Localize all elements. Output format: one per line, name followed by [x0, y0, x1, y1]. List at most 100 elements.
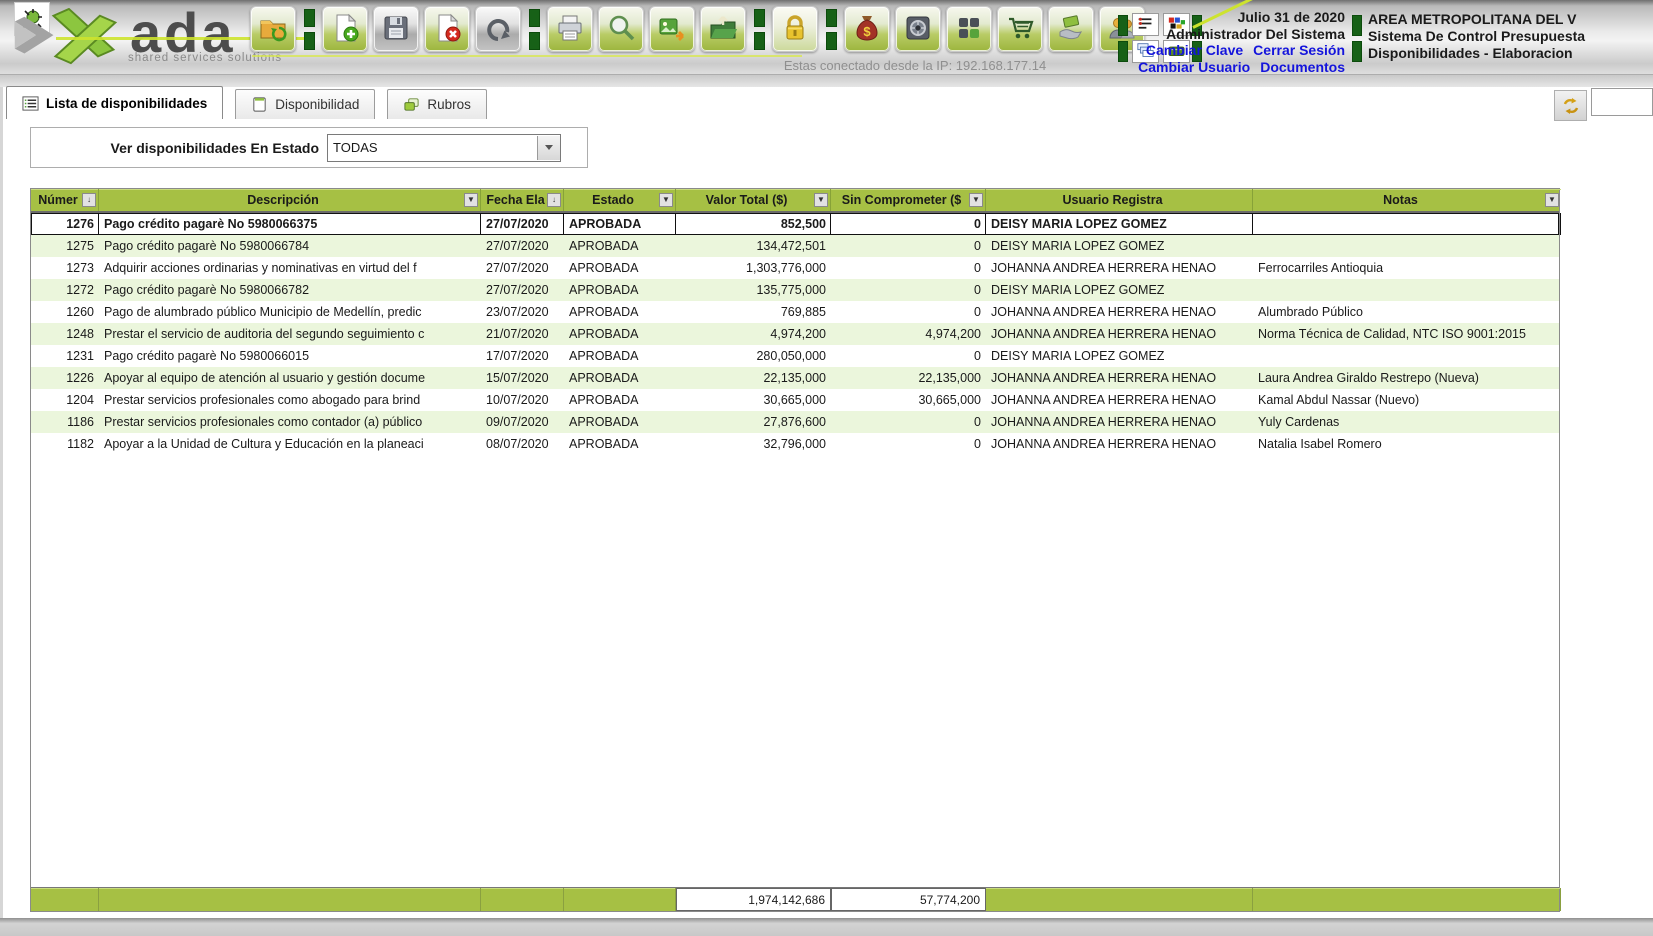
cell-estado[interactable]: APROBADA: [564, 411, 676, 433]
cell-estado[interactable]: APROBADA: [564, 213, 676, 235]
cell-estado[interactable]: APROBADA: [564, 279, 676, 301]
table-row[interactable]: 1248Prestar el servicio de auditoria del…: [31, 323, 1559, 345]
cell-usuario[interactable]: JOHANNA ANDREA HERRERA HENAO: [986, 411, 1253, 433]
cell-notas[interactable]: [1253, 235, 1561, 257]
table-row[interactable]: 1273Adquirir acciones ordinarias y nomin…: [31, 257, 1559, 279]
cell-fecha[interactable]: 21/07/2020: [481, 323, 564, 345]
cell-numero[interactable]: 1182: [31, 433, 99, 455]
upload-folder-button[interactable]: [700, 6, 746, 52]
cell-valor[interactable]: 4,974,200: [676, 323, 831, 345]
cell-estado[interactable]: APROBADA: [564, 235, 676, 257]
cell-numero[interactable]: 1273: [31, 257, 99, 279]
print-button[interactable]: [547, 6, 593, 52]
cell-valor[interactable]: 135,775,000: [676, 279, 831, 301]
cell-fecha[interactable]: 27/07/2020: [481, 235, 564, 257]
table-row[interactable]: 1272Pago crédito pagarè No 598006678227/…: [31, 279, 1559, 301]
table-row[interactable]: 1260Pago de alumbrado público Municipio …: [31, 301, 1559, 323]
cell-fecha[interactable]: 27/07/2020: [481, 213, 564, 235]
cell-notas[interactable]: Yuly Cardenas: [1253, 411, 1561, 433]
estado-combobox-dropdown-button[interactable]: [537, 136, 560, 160]
cell-sin_comprometer[interactable]: 4,974,200: [831, 323, 986, 345]
cell-sin_comprometer[interactable]: 0: [831, 345, 986, 367]
table-row[interactable]: 1204Prestar servicios profesionales como…: [31, 389, 1559, 411]
column-header-notas[interactable]: Notas▼: [1253, 189, 1561, 211]
vault-button[interactable]: [895, 6, 941, 52]
cell-notas[interactable]: Laura Andrea Giraldo Restrepo (Nueva): [1253, 367, 1561, 389]
cell-descripcion[interactable]: Apoyar al equipo de atención al usuario …: [99, 367, 481, 389]
cell-usuario[interactable]: JOHANNA ANDREA HERRERA HENAO: [986, 433, 1253, 455]
tab-rubros[interactable]: Rubros: [387, 89, 487, 119]
new-document-button[interactable]: [322, 6, 368, 52]
table-row[interactable]: 1231Pago crédito pagarè No 598006601517/…: [31, 345, 1559, 367]
filter-dropdown-button[interactable]: ▼: [464, 193, 478, 207]
refresh-button[interactable]: [1554, 90, 1587, 121]
column-header-fecha[interactable]: Fecha Ela↓: [481, 189, 564, 211]
cell-fecha[interactable]: 27/07/2020: [481, 279, 564, 301]
cell-numero[interactable]: 1276: [31, 213, 99, 235]
money-button[interactable]: $: [844, 6, 890, 52]
cell-valor[interactable]: 134,472,501: [676, 235, 831, 257]
cell-sin_comprometer[interactable]: 0: [831, 257, 986, 279]
cell-descripcion[interactable]: Pago crédito pagarè No 5980066015: [99, 345, 481, 367]
cell-fecha[interactable]: 08/07/2020: [481, 433, 564, 455]
documents-link[interactable]: Documentos: [1260, 59, 1345, 75]
cell-usuario[interactable]: JOHANNA ANDREA HERRERA HENAO: [986, 389, 1253, 411]
table-row[interactable]: 1276Pago crédito pagarè No 598006637527/…: [31, 213, 1559, 235]
sort-button[interactable]: ↓: [547, 193, 561, 207]
cell-notas[interactable]: [1253, 213, 1561, 235]
cell-sin_comprometer[interactable]: 0: [831, 301, 986, 323]
filter-dropdown-button[interactable]: ▼: [969, 193, 983, 207]
column-header-numero[interactable]: Númer↓: [31, 189, 99, 211]
column-header-usuario[interactable]: Usuario Registra: [986, 189, 1253, 211]
cell-valor[interactable]: 280,050,000: [676, 345, 831, 367]
cell-numero[interactable]: 1248: [31, 323, 99, 345]
cell-numero[interactable]: 1226: [31, 367, 99, 389]
change-password-link[interactable]: Cambiar Clave: [1146, 42, 1243, 58]
cell-descripcion[interactable]: Pago crédito pagarè No 5980066784: [99, 235, 481, 257]
cell-estado[interactable]: APROBADA: [564, 345, 676, 367]
cell-usuario[interactable]: JOHANNA ANDREA HERRERA HENAO: [986, 367, 1253, 389]
cell-fecha[interactable]: 09/07/2020: [481, 411, 564, 433]
cell-descripcion[interactable]: Pago crédito pagarè No 5980066375: [99, 213, 481, 235]
cell-valor[interactable]: 769,885: [676, 301, 831, 323]
cell-usuario[interactable]: JOHANNA ANDREA HERRERA HENAO: [986, 257, 1253, 279]
cell-descripcion[interactable]: Prestar servicios profesionales como con…: [99, 411, 481, 433]
estado-combobox[interactable]: TODAS: [327, 134, 561, 162]
table-row[interactable]: 1182Apoyar a la Unidad de Cultura y Educ…: [31, 433, 1559, 455]
cell-descripcion[interactable]: Prestar servicios profesionales como abo…: [99, 389, 481, 411]
cell-sin_comprometer[interactable]: 22,135,000: [831, 367, 986, 389]
search-button[interactable]: [598, 6, 644, 52]
sort-button[interactable]: ↓: [82, 193, 96, 207]
cell-sin_comprometer[interactable]: 30,665,000: [831, 389, 986, 411]
cell-valor[interactable]: 32,796,000: [676, 433, 831, 455]
lock-button[interactable]: [772, 6, 818, 52]
cell-sin_comprometer[interactable]: 0: [831, 279, 986, 301]
delete-document-button[interactable]: [424, 6, 470, 52]
logout-link[interactable]: Cerrar Sesión: [1253, 42, 1345, 58]
table-row[interactable]: 1186Prestar servicios profesionales como…: [31, 411, 1559, 433]
column-header-estado[interactable]: Estado▼: [564, 189, 676, 211]
table-row[interactable]: 1226Apoyar al equipo de atención al usua…: [31, 367, 1559, 389]
cell-estado[interactable]: APROBADA: [564, 389, 676, 411]
cell-descripcion[interactable]: Pago crédito pagarè No 5980066782: [99, 279, 481, 301]
cell-sin_comprometer[interactable]: 0: [831, 213, 986, 235]
cell-notas[interactable]: Ferrocarriles Antioquia: [1253, 257, 1561, 279]
tab-disponibilidad[interactable]: Disponibilidad: [235, 89, 375, 119]
change-user-link[interactable]: Cambiar Usuario: [1138, 59, 1250, 75]
cart-button[interactable]: [997, 6, 1043, 52]
filter-dropdown-button[interactable]: ▼: [1545, 193, 1559, 207]
cell-estado[interactable]: APROBADA: [564, 323, 676, 345]
column-header-sin_comprometer[interactable]: Sin Comprometer ($▼: [831, 189, 986, 211]
cell-descripcion[interactable]: Adquirir acciones ordinarias y nominativ…: [99, 257, 481, 279]
cell-usuario[interactable]: DEISY MARIA LOPEZ GOMEZ: [986, 345, 1253, 367]
cell-fecha[interactable]: 17/07/2020: [481, 345, 564, 367]
cell-notas[interactable]: Norma Técnica de Calidad, NTC ISO 9001:2…: [1253, 323, 1561, 345]
tab-lista-disponibilidades[interactable]: Lista de disponibilidades: [6, 86, 223, 119]
filter-dropdown-button[interactable]: ▼: [659, 193, 673, 207]
cell-notas[interactable]: Natalia Isabel Romero: [1253, 433, 1561, 455]
cell-numero[interactable]: 1260: [31, 301, 99, 323]
cell-notas[interactable]: Kamal Abdul Nassar (Nuevo): [1253, 389, 1561, 411]
modules-button[interactable]: [946, 6, 992, 52]
undo-button[interactable]: [475, 6, 521, 52]
cell-notas[interactable]: Alumbrado Público: [1253, 301, 1561, 323]
